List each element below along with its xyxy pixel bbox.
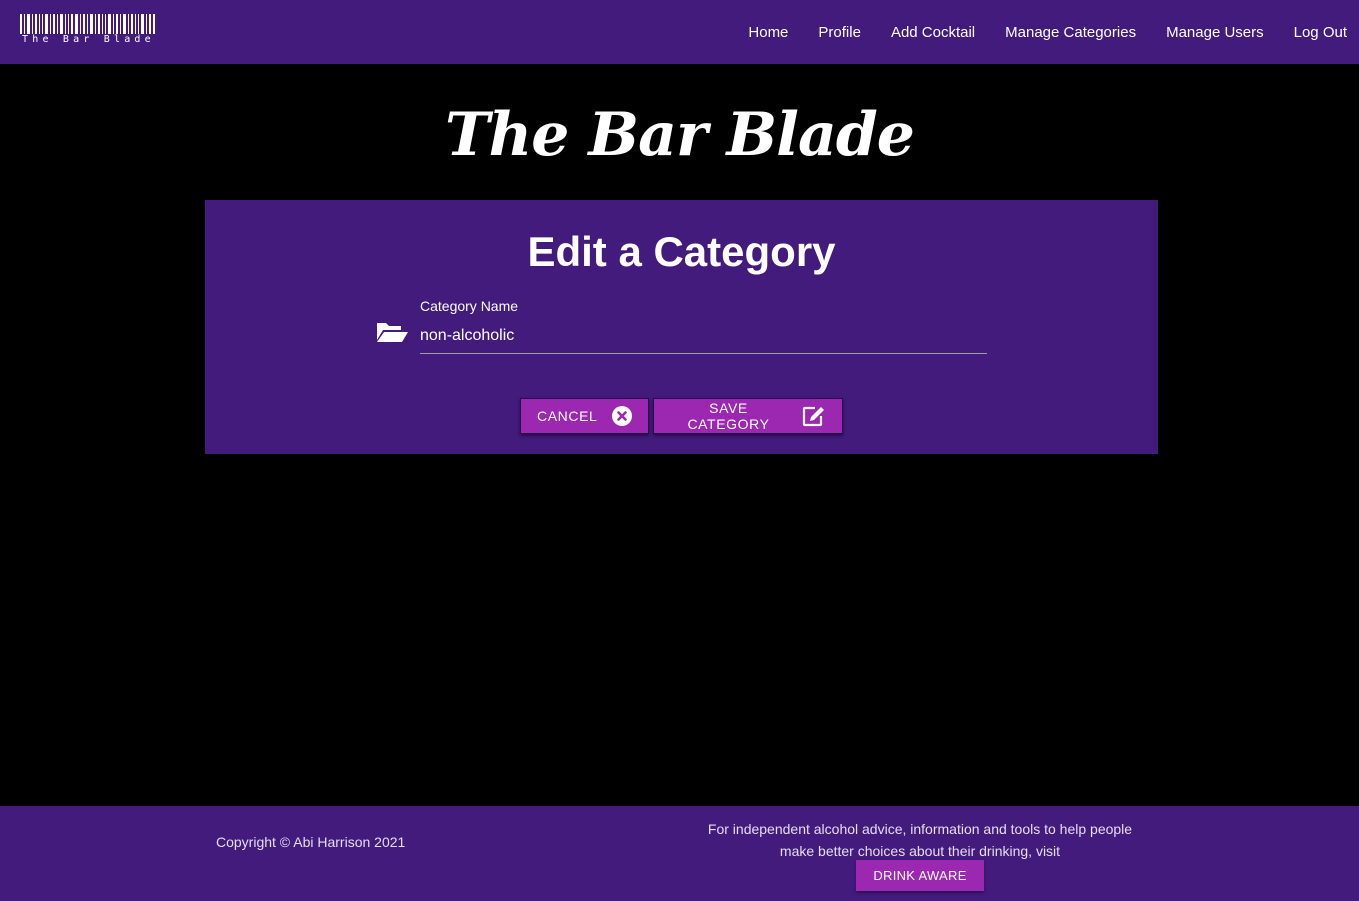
page-title: Edit a Category	[527, 228, 836, 275]
top-navbar: The Bar Blade Home Profile Add Cocktail …	[0, 0, 1359, 64]
copyright-text: Copyright © Abi Harrison 2021	[216, 834, 406, 850]
save-category-button-label: Save Category	[687, 400, 770, 432]
times-circle-icon	[612, 406, 633, 426]
barcode-icon	[20, 14, 155, 34]
category-name-input[interactable]	[420, 318, 987, 354]
edit-category-card: Edit a Category Category Name Cancel Sav…	[205, 200, 1158, 454]
nav-links: Home Profile Add Cocktail Manage Categor…	[718, 24, 1347, 41]
category-name-label: Category Name	[420, 298, 519, 314]
brand-logo-text: The Bar Blade	[22, 34, 155, 45]
nav-link-add-cocktail[interactable]: Add Cocktail	[891, 24, 975, 41]
nav-link-home[interactable]: Home	[748, 24, 788, 41]
footer: Copyright © Abi Harrison 2021 For indepe…	[0, 806, 1359, 901]
hero-title: The Bar Blade	[445, 100, 915, 170]
brand-logo[interactable]: The Bar Blade	[20, 14, 160, 50]
nav-link-profile[interactable]: Profile	[818, 24, 861, 41]
nav-link-manage-categories[interactable]: Manage Categories	[1005, 24, 1136, 41]
alcohol-advice-text: For independent alcohol advice, informat…	[707, 821, 1133, 859]
nav-link-manage-users[interactable]: Manage Users	[1166, 24, 1264, 41]
cancel-button-label: Cancel	[537, 408, 598, 424]
save-category-button[interactable]: Save Category	[653, 398, 843, 434]
nav-link-log-out[interactable]: Log Out	[1294, 24, 1347, 41]
edit-icon	[802, 405, 826, 427]
cancel-button[interactable]: Cancel	[520, 398, 649, 434]
drink-aware-button[interactable]: DRINK AWARE	[856, 860, 984, 891]
folder-open-icon	[375, 321, 409, 343]
